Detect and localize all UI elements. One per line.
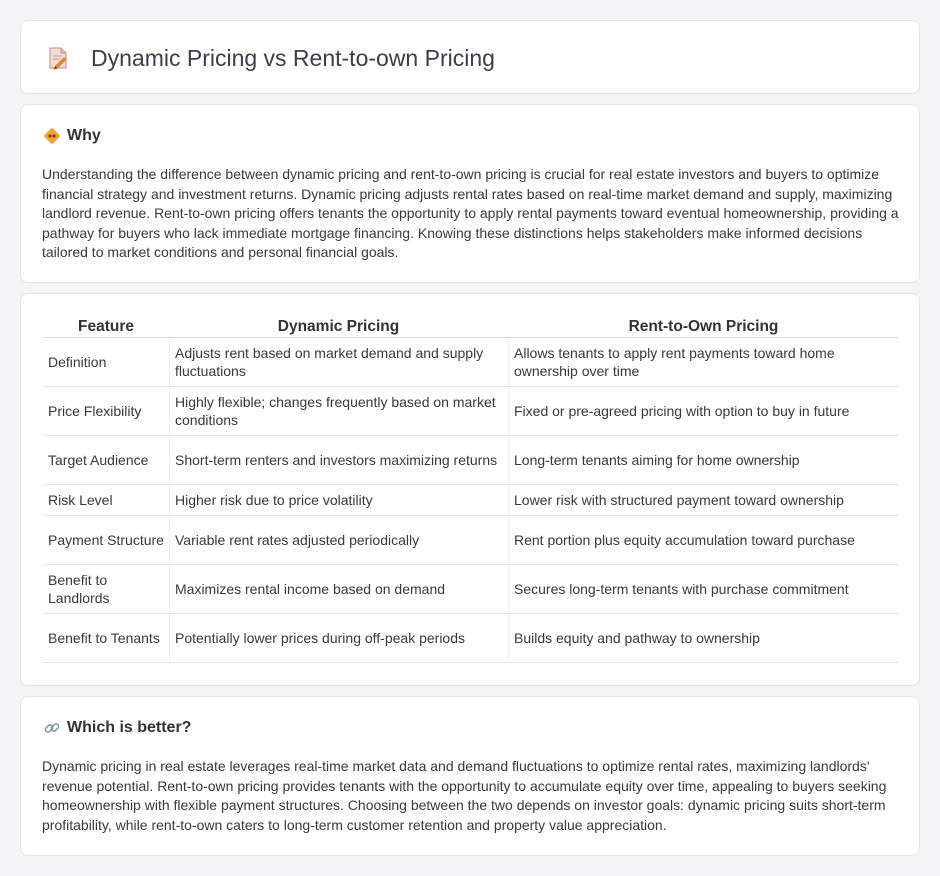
- dynamic-cell: Short-term renters and investors maximiz…: [169, 436, 508, 485]
- rent-to-own-cell: Rent portion plus equity accumulation to…: [508, 516, 899, 565]
- document-edit-icon: [45, 45, 71, 71]
- table-row: Payment Structure Variable rent rates ad…: [43, 516, 899, 565]
- link-icon: [43, 719, 61, 737]
- rent-to-own-cell: Fixed or pre-agreed pricing with option …: [508, 387, 899, 436]
- feature-cell: Benefit to Tenants: [43, 614, 169, 663]
- dynamic-cell: Adjusts rent based on market demand and …: [169, 338, 508, 387]
- comparison-section: Feature Dynamic Pricing Rent-to-Own Pric…: [20, 293, 920, 686]
- why-heading: Why: [67, 127, 101, 144]
- rent-to-own-cell: Secures long-term tenants with purchase …: [508, 565, 899, 614]
- why-paragraph: Understanding the difference between dyn…: [42, 166, 899, 260]
- dynamic-cell: Potentially lower prices during off-peak…: [169, 614, 508, 663]
- table-row: Definition Adjusts rent based on market …: [43, 338, 899, 387]
- which-is-better-paragraph: Dynamic pricing in real estate leverages…: [42, 758, 887, 833]
- comparison-table: Feature Dynamic Pricing Rent-to-Own Pric…: [43, 316, 899, 663]
- dynamic-cell: Variable rent rates adjusted periodicall…: [169, 516, 508, 565]
- feature-cell: Target Audience: [43, 436, 169, 485]
- feature-cell: Benefit to Landlords: [43, 565, 169, 614]
- dynamic-cell: Highly flexible; changes frequently base…: [169, 387, 508, 436]
- feature-cell: Price Flexibility: [43, 387, 169, 436]
- feature-cell: Risk Level: [43, 485, 169, 516]
- table-row: Target Audience Short-term renters and i…: [43, 436, 899, 485]
- table-header-row: Feature Dynamic Pricing Rent-to-Own Pric…: [43, 316, 899, 338]
- table-row: Benefit to Tenants Potentially lower pri…: [43, 614, 899, 663]
- rent-to-own-cell: Lower risk with structured payment towar…: [508, 485, 899, 516]
- feature-cell: Definition: [43, 338, 169, 387]
- diamond-sign-icon: [43, 127, 61, 145]
- which-is-better-section: Which is better? Dynamic pricing in real…: [20, 696, 920, 856]
- dynamic-cell: Higher risk due to price volatility: [169, 485, 508, 516]
- table-row: Price Flexibility Highly flexible; chang…: [43, 387, 899, 436]
- why-section: Why Understanding the difference between…: [20, 104, 920, 283]
- feature-cell: Payment Structure: [43, 516, 169, 565]
- title-card: Dynamic Pricing vs Rent-to-own Pricing: [20, 20, 920, 94]
- rent-to-own-cell: Allows tenants to apply rent payments to…: [508, 338, 899, 387]
- page-title: Dynamic Pricing vs Rent-to-own Pricing: [91, 44, 495, 71]
- header-feature: Feature: [43, 316, 169, 338]
- rent-to-own-cell: Long-term tenants aiming for home owners…: [508, 436, 899, 485]
- dynamic-cell: Maximizes rental income based on demand: [169, 565, 508, 614]
- table-row: Risk Level Higher risk due to price vola…: [43, 485, 899, 516]
- header-dynamic-pricing: Dynamic Pricing: [169, 316, 508, 338]
- header-rent-to-own-pricing: Rent-to-Own Pricing: [508, 316, 899, 338]
- rent-to-own-cell: Builds equity and pathway to ownership: [508, 614, 899, 663]
- table-row: Benefit to Landlords Maximizes rental in…: [43, 565, 899, 614]
- which-is-better-heading: Which is better?: [67, 719, 192, 736]
